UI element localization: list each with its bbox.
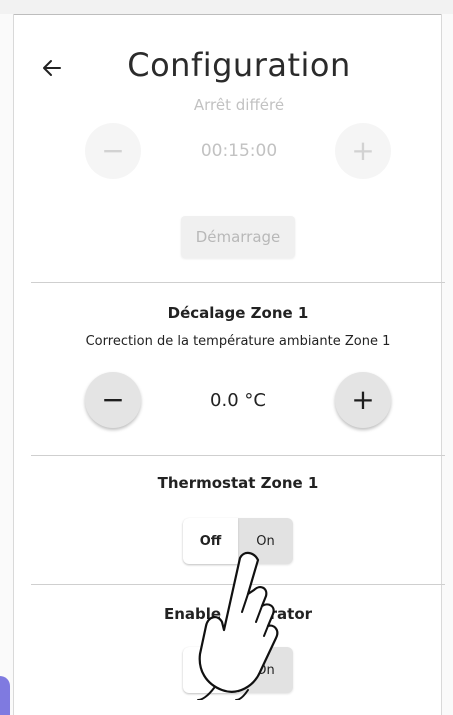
divider [31,584,445,585]
delayed-stop-label: Arrêt différé [193,96,285,110]
page-title: Configuration [127,46,351,84]
offset-zone-title: Décalage Zone 1 [167,304,309,322]
delayed-stop-plus-button[interactable]: + [335,123,391,179]
enable-on-option[interactable]: On [238,647,293,693]
offset-minus-button[interactable]: − [85,372,141,428]
offset-plus-button[interactable]: + [335,372,391,428]
enable-generator-title: Enable Generator [163,605,313,623]
thermostat-toggle[interactable]: Off On [183,518,293,564]
thermostat-on-option[interactable]: On [238,518,293,564]
minus-icon: − [101,383,125,416]
plus-icon: + [351,383,375,416]
divider [31,455,445,456]
offset-value: 0.0 °C [210,390,266,411]
window-left-edge [0,14,14,715]
back-button[interactable] [36,52,68,84]
arrow-left-icon [43,60,61,76]
plus-icon: + [351,134,375,167]
enable-off-option[interactable]: Off [183,647,238,693]
offset-zone-description: Correction de la température ambiante Zo… [85,334,391,349]
enable-generator-toggle[interactable]: Off On [183,647,293,693]
thermostat-zone-title: Thermostat Zone 1 [157,474,319,492]
thermostat-off-option[interactable]: Off [183,518,238,564]
start-button[interactable]: Démarrage [181,216,295,258]
config-screen: Configuration Arrêt différé − 00:15:00 +… [0,0,453,715]
accent-corner [0,676,10,715]
divider [31,282,445,283]
window-top-edge [0,0,453,15]
